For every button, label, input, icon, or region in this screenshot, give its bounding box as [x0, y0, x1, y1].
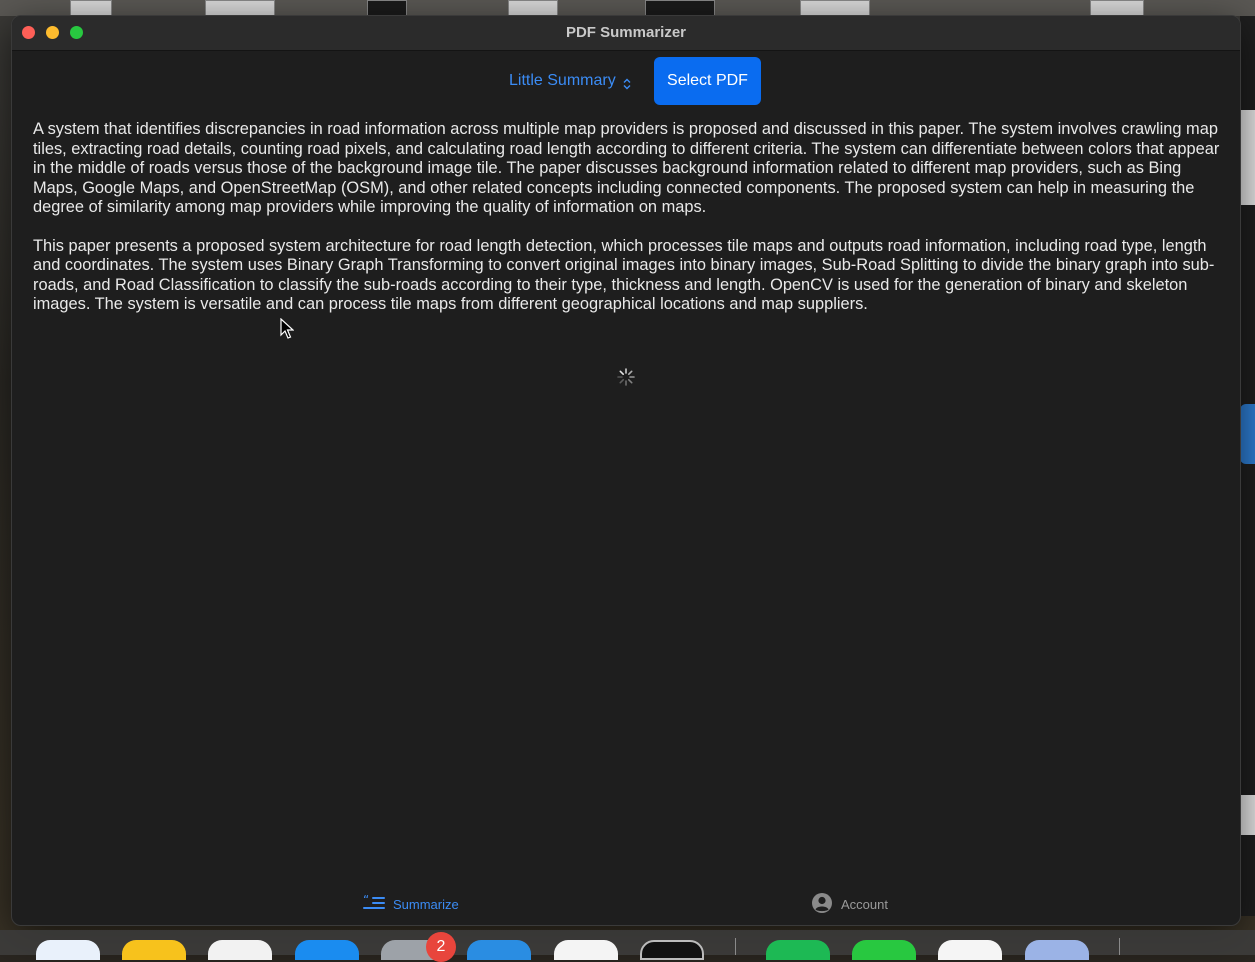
title-bar: PDF Summarizer	[12, 16, 1240, 51]
app-window: PDF Summarizer Little Summary Select PDF…	[11, 15, 1241, 926]
zoom-window-button[interactable]	[70, 26, 83, 39]
preview-app-icon[interactable]	[1025, 940, 1089, 960]
summary-mode-label: Little Summary	[509, 72, 616, 89]
clipboard-app-icon[interactable]	[938, 940, 1002, 960]
background-window-edge	[1240, 404, 1255, 464]
tab-label: Summarize	[393, 896, 459, 912]
tab-summarize[interactable]: “ Summarize	[363, 892, 459, 916]
dock-separator	[735, 938, 736, 955]
summary-paragraph: A system that identifies discrepancies i…	[33, 120, 1220, 216]
chrome-app-icon[interactable]	[208, 940, 272, 960]
messages-app-icon[interactable]	[852, 940, 916, 960]
close-window-button[interactable]	[22, 26, 35, 39]
background-window-edge	[1240, 795, 1255, 835]
tab-label: Account	[841, 896, 888, 912]
mouse-pointer-icon	[280, 317, 295, 340]
xcode-app-icon[interactable]	[467, 940, 531, 960]
notification-badge: 2	[426, 932, 456, 962]
window-title: PDF Summarizer	[565, 24, 687, 41]
summary-mode-picker[interactable]: Little Summary	[509, 68, 632, 94]
background-window-edge	[1240, 110, 1255, 205]
spotify-app-icon[interactable]	[766, 940, 830, 960]
toolbar: Little Summary Select PDF	[12, 56, 1240, 108]
dock-separator	[1119, 938, 1120, 955]
app-store-icon[interactable]	[295, 940, 359, 960]
quote-list-icon: “	[363, 893, 385, 915]
summary-text: A system that identifies discrepancies i…	[33, 120, 1221, 334]
desktop-window-strip	[0, 0, 1255, 16]
tab-bar: “ Summarize Account	[12, 884, 1240, 924]
person-circle-icon	[811, 892, 833, 917]
svg-text:“: “	[363, 894, 369, 907]
terminal-app-icon[interactable]	[640, 940, 704, 960]
summary-paragraph: This paper presents a proposed system ar…	[33, 236, 1215, 314]
tab-account[interactable]: Account	[811, 892, 888, 916]
loading-spinner-icon	[616, 367, 636, 387]
safari-app-icon[interactable]	[36, 940, 100, 960]
select-pdf-button[interactable]: Select PDF	[654, 57, 761, 105]
pdf-app-icon[interactable]	[554, 940, 618, 960]
minimize-window-button[interactable]	[46, 26, 59, 39]
notes-app-icon[interactable]	[122, 940, 186, 960]
chevron-up-down-icon	[622, 74, 632, 90]
